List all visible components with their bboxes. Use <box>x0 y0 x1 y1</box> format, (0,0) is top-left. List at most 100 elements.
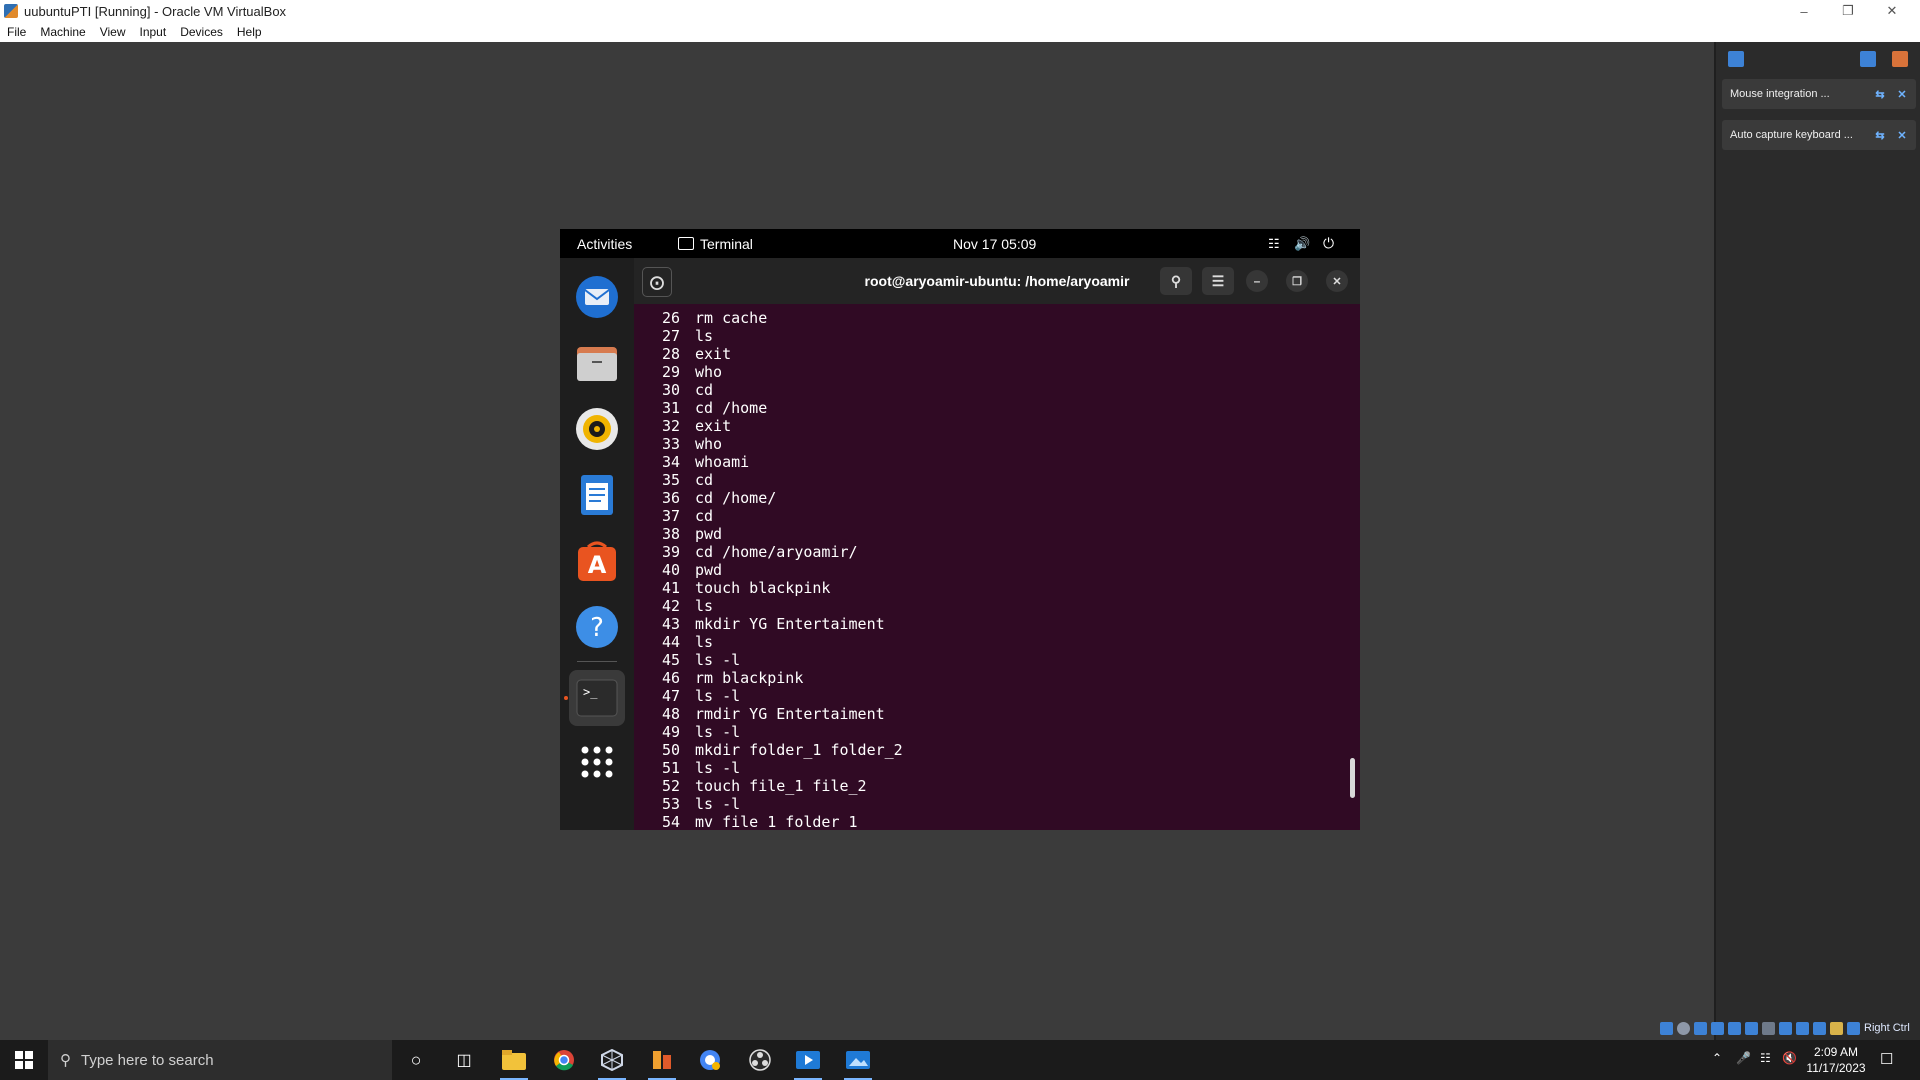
network-adapter-icon[interactable] <box>1711 1021 1724 1035</box>
terminal-dock-icon[interactable]: >_ <box>569 670 625 726</box>
restore-button[interactable]: ❐ <box>1826 0 1870 22</box>
history-command: ls <box>695 633 714 651</box>
history-line: 30 cd <box>634 381 713 399</box>
audio-icon[interactable] <box>1694 1021 1707 1035</box>
dock: A ? >_ <box>560 258 634 830</box>
photos-icon[interactable] <box>844 1046 872 1080</box>
rhythmbox-icon[interactable] <box>573 405 621 453</box>
minimize-icon[interactable]: – <box>1246 270 1268 292</box>
notification-mouse-integration[interactable]: Mouse integration ... ⇆ ✕ <box>1722 79 1916 109</box>
history-line: 53 ls -l <box>634 795 740 813</box>
history-line: 29 who <box>634 363 722 381</box>
files-icon[interactable] <box>573 339 621 387</box>
history-number: 37 <box>661 507 680 525</box>
close-icon[interactable]: ✕ <box>1894 127 1910 143</box>
taskbar-time: 2:09 AM <box>1813 1045 1859 1059</box>
history-line: 31 cd /home <box>634 399 767 417</box>
history-command: rmdir YG Entertaiment <box>695 705 885 723</box>
thunderbird-icon[interactable] <box>573 273 621 321</box>
history-line: 52 touch file_1 file_2 <box>634 777 867 795</box>
minimize-button[interactable]: – <box>1782 0 1826 22</box>
storage-icon[interactable] <box>1660 1021 1673 1035</box>
history-line: 49 ls -l <box>634 723 740 741</box>
scrollbar-thumb[interactable] <box>1350 758 1355 798</box>
help-icon[interactable]: ? <box>573 603 621 651</box>
app-menu[interactable]: Terminal <box>700 236 753 252</box>
network-icon[interactable]: ☷ <box>1268 236 1280 252</box>
action-center-icon[interactable]: ☐ <box>1880 1050 1893 1068</box>
history-line: 40 pwd <box>634 561 722 579</box>
window-titlebar: uubuntuPTI [Running] - Oracle VM Virtual… <box>0 0 1920 23</box>
toggle-icon[interactable]: ⇆ <box>1872 86 1888 102</box>
guest-screen[interactable]: Activities Terminal Nov 17 05:09 ☷ 🔊 ⏻ A… <box>560 229 1360 830</box>
windows-start-icon[interactable] <box>10 1046 38 1074</box>
menu-view[interactable]: View <box>93 25 133 39</box>
hamburger-menu-icon[interactable]: ☰ <box>1202 267 1234 295</box>
terminal-window[interactable]: ⨀ root@aryoamir-ubuntu: /home/aryoamir ⚲… <box>634 258 1360 830</box>
speaker-muted-icon[interactable]: 🔇 <box>1782 1051 1797 1065</box>
optical-drive-icon[interactable] <box>1677 1021 1690 1035</box>
recording-icon[interactable] <box>1779 1021 1792 1035</box>
toggle-icon[interactable]: ⇆ <box>1872 127 1888 143</box>
close-button[interactable]: ✕ <box>1870 0 1914 22</box>
sort-icon[interactable] <box>1860 51 1876 67</box>
host-key-icon[interactable] <box>1847 1021 1860 1035</box>
menu-machine[interactable]: Machine <box>33 25 92 39</box>
history-line: 42 ls <box>634 597 713 615</box>
taskbar-date: 11/17/2023 <box>1806 1061 1866 1075</box>
chrome-icon[interactable] <box>550 1046 578 1074</box>
close-icon[interactable]: ✕ <box>1894 86 1910 102</box>
history-command: rm blackpink <box>695 669 804 687</box>
usb-icon[interactable] <box>1728 1021 1741 1035</box>
new-tab-icon[interactable]: ⨀ <box>642 267 672 297</box>
svg-text:?: ? <box>590 613 604 643</box>
power-icon[interactable]: ⏻ <box>1323 235 1334 252</box>
show-applications-icon[interactable] <box>573 738 621 786</box>
dismiss-all-icon[interactable] <box>1892 51 1908 67</box>
display-icon[interactable] <box>1762 1021 1775 1035</box>
maximize-icon[interactable]: ❐ <box>1286 270 1308 292</box>
file-explorer-icon[interactable] <box>500 1046 528 1080</box>
volume-icon[interactable]: 🔊 <box>1294 236 1310 252</box>
menu-help[interactable]: Help <box>230 25 269 39</box>
virtualbox-taskbar-icon[interactable] <box>598 1046 626 1080</box>
chrome-profile-icon[interactable] <box>696 1046 724 1074</box>
notification-auto-capture[interactable]: Auto capture keyboard ... ⇆ ✕ <box>1722 120 1916 150</box>
libreoffice-writer-icon[interactable] <box>573 471 621 519</box>
task-view-icon[interactable]: ◫ <box>450 1046 478 1074</box>
network-icon[interactable]: ☷ <box>1760 1051 1771 1065</box>
menu-input[interactable]: Input <box>133 25 174 39</box>
search-icon: ⚲ <box>60 1052 71 1069</box>
shared-folders-icon[interactable] <box>1745 1021 1758 1035</box>
microphone-icon[interactable]: 🎤 <box>1736 1051 1751 1065</box>
terminal-app-icon <box>678 237 694 250</box>
show-hidden-icons-icon[interactable]: ⌃ <box>1712 1051 1722 1065</box>
history-line: 46 rm blackpink <box>634 669 803 687</box>
search-icon[interactable]: ⚲ <box>1160 267 1192 295</box>
menu-file[interactable]: File <box>0 25 33 39</box>
notification-center-icon[interactable] <box>1728 51 1744 67</box>
media-player-icon[interactable] <box>794 1046 822 1080</box>
menu-devices[interactable]: Devices <box>173 25 230 39</box>
ubuntu-software-icon[interactable]: A <box>573 537 621 585</box>
cpu-icon[interactable] <box>1796 1021 1809 1035</box>
obs-icon[interactable] <box>746 1046 774 1074</box>
cortana-icon[interactable]: ○ <box>402 1046 430 1074</box>
notification-center: Mouse integration ... ⇆ ✕ Auto capture k… <box>1714 42 1920 1040</box>
terminal-output[interactable]: 26 rm cache 27 ls 28 exit 29 who 30 cd 31 cd /home 3… <box>634 304 1360 830</box>
app-icon[interactable] <box>648 1046 676 1080</box>
history-line: 36 cd /home/ <box>634 489 776 507</box>
history-command: mv file_1 folder_1 <box>695 813 858 830</box>
taskbar-clock[interactable]: 2:09 AM 11/17/2023 <box>1804 1044 1868 1076</box>
taskbar-search-box[interactable]: ⚲ Type here to search <box>48 1040 392 1080</box>
activities-button[interactable]: Activities <box>577 236 632 252</box>
gnome-top-bar: Activities Terminal Nov 17 05:09 ☷ 🔊 ⏻ <box>560 229 1360 258</box>
close-icon[interactable]: ✕ <box>1326 270 1348 292</box>
keyboard-capture-icon[interactable] <box>1830 1021 1843 1035</box>
clock[interactable]: Nov 17 05:09 <box>953 236 1036 252</box>
history-number: 36 <box>661 489 680 507</box>
mouse-integration-icon[interactable] <box>1813 1021 1826 1035</box>
history-command: touch file_1 file_2 <box>695 777 867 795</box>
history-command: ls -l <box>695 651 741 669</box>
history-line: 33 who <box>634 435 722 453</box>
